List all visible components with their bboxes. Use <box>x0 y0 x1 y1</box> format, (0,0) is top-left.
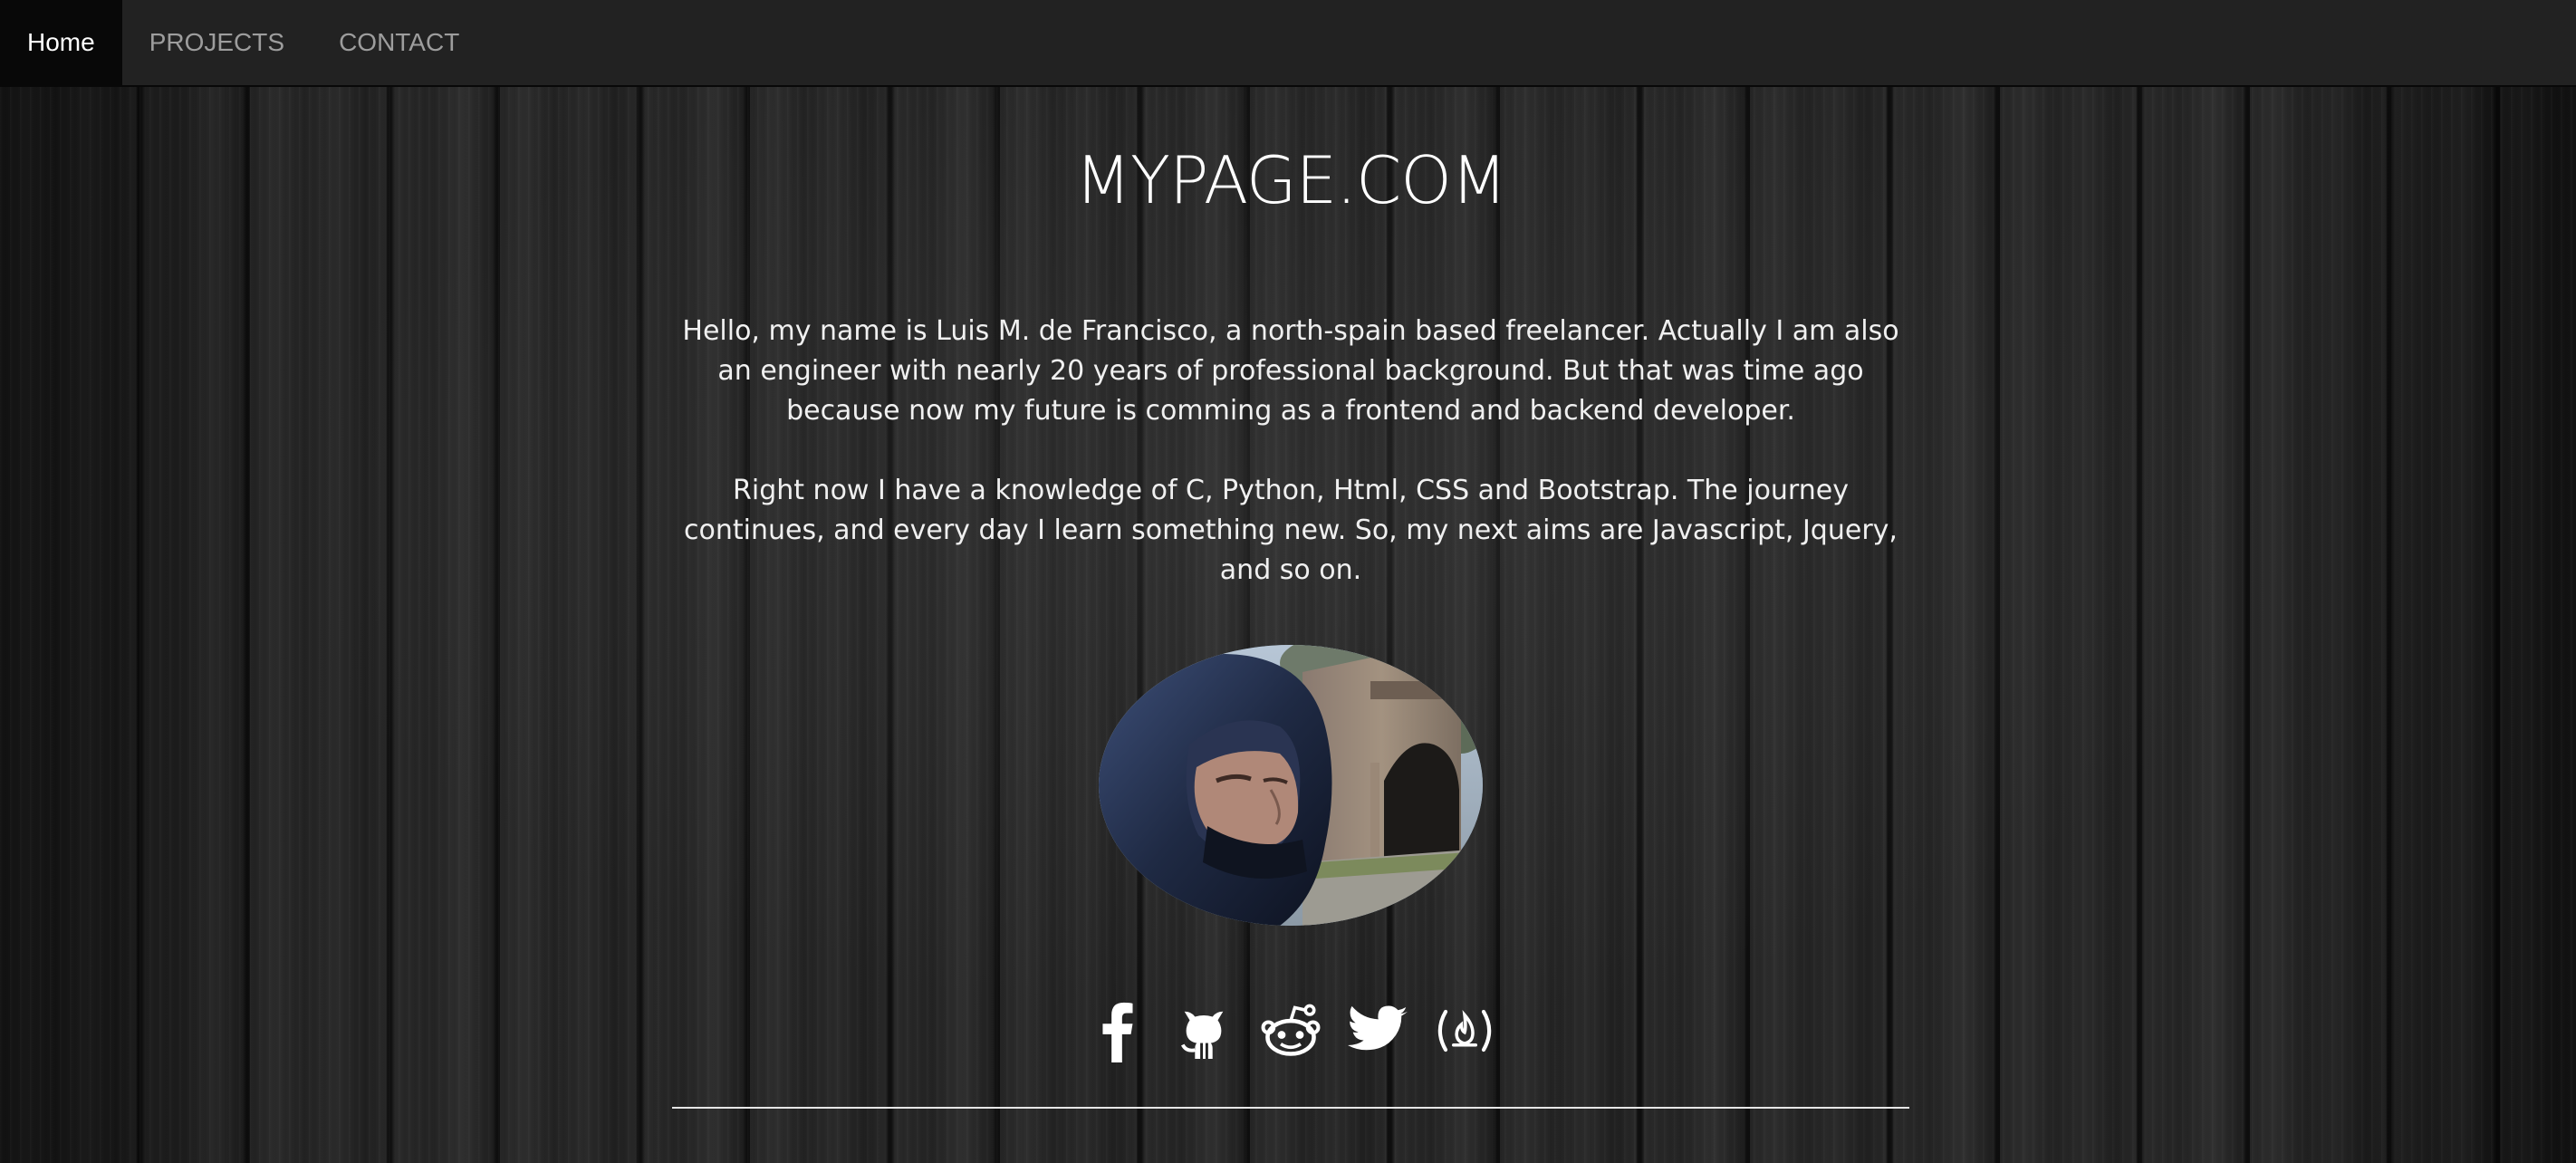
profile-photo-image <box>1099 645 1483 926</box>
twitter-link[interactable] <box>1344 998 1411 1063</box>
facebook-icon <box>1102 1002 1133 1062</box>
nav-contact[interactable]: CONTACT <box>312 0 486 85</box>
site-title: MYPAGE.COM <box>1074 142 1507 218</box>
reddit-link[interactable] <box>1257 998 1324 1063</box>
intro-paragraph-1: Hello, my name is Luis M. de Francisco, … <box>682 315 1899 427</box>
reddit-icon <box>1261 1004 1321 1056</box>
profile-photo <box>1099 645 1483 926</box>
freecodecamp-icon <box>1437 1009 1492 1052</box>
nav-home[interactable]: Home <box>0 0 122 85</box>
intro-text: Hello, my name is Luis M. de Francisco, … <box>672 312 1909 591</box>
github-link[interactable] <box>1170 998 1237 1063</box>
top-navbar: Home PROJECTS CONTACT <box>0 0 2576 87</box>
freecodecamp-link[interactable] <box>1431 998 1498 1063</box>
main-content: MYPAGE.COM Hello, my name is Luis M. de … <box>672 85 1909 1109</box>
nav-projects[interactable]: PROJECTS <box>122 0 312 85</box>
intro-paragraph-2: Right now I have a knowledge of C, Pytho… <box>684 475 1898 586</box>
social-links <box>672 998 1909 1063</box>
twitter-icon <box>1348 1005 1408 1051</box>
facebook-link[interactable] <box>1083 998 1150 1063</box>
footer-divider <box>672 1107 1909 1109</box>
github-icon <box>1181 1011 1224 1059</box>
